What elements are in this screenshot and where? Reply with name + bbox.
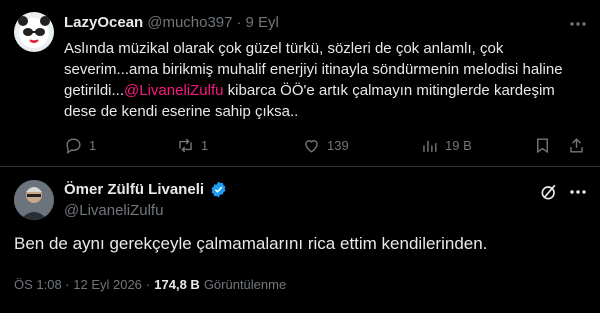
avatar-livaneli[interactable] (14, 180, 54, 220)
views-icon (423, 140, 437, 152)
reply-button[interactable]: 1 (64, 136, 96, 155)
grok-icon[interactable] (539, 182, 559, 202)
views-count: 19 B (445, 138, 472, 153)
repost-count: 1 (201, 138, 209, 153)
main-tweet-text: Ben de aynı gerekçeyle çalmamalarını ric… (14, 234, 488, 253)
view-label: Görüntülenme (203, 277, 287, 292)
tweet-timestamp[interactable]: ÖS 1:08 · 12 Eyl 2026 (14, 277, 142, 292)
tweet-time[interactable]: 9 Eyl (246, 14, 279, 31)
separator-dot: · (236, 14, 242, 31)
author-name[interactable]: Ömer Zülfü Livaneli (64, 181, 204, 198)
share-icon (570, 138, 583, 153)
verified-badge-icon (211, 181, 226, 198)
like-count: 139 (327, 138, 349, 153)
repost-button[interactable]: 1 (176, 136, 208, 155)
bookmark-button[interactable] (533, 136, 552, 160)
author-handle[interactable]: @LivaneliZulfu (64, 202, 163, 219)
mention-link[interactable]: @LivaneliZulfu (124, 82, 223, 99)
separator-dot: · (145, 277, 151, 292)
reply-count: 1 (89, 138, 97, 153)
panda-avatar-icon (18, 16, 50, 48)
author-name[interactable]: LazyOcean (64, 14, 143, 31)
more-icon[interactable] (568, 14, 588, 34)
tweet-text: Aslında müzikal olarak çok güzel türkü, … (64, 38, 564, 122)
view-count: 174,8 B (154, 277, 200, 292)
repost-icon (179, 138, 192, 153)
like-icon (305, 140, 318, 153)
like-button[interactable]: 139 (302, 136, 349, 155)
reply-icon (66, 138, 81, 155)
views-button[interactable]: 19 B (420, 136, 472, 155)
divider (0, 166, 600, 167)
more-icon[interactable] (568, 182, 588, 202)
avatar-lazyocean[interactable] (14, 12, 54, 52)
bookmark-icon (537, 138, 548, 154)
profile-photo-icon (14, 180, 54, 220)
author-handle[interactable]: @mucho397 (147, 14, 232, 31)
share-button[interactable] (567, 136, 586, 160)
